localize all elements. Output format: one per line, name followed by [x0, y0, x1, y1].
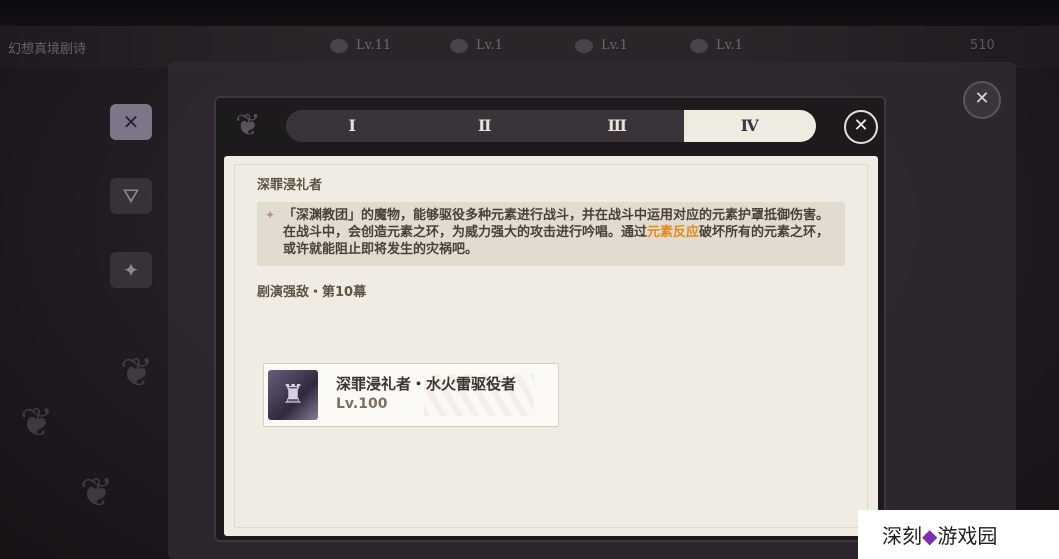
header-level-2: Lv.1	[450, 38, 503, 53]
act-tabs: Ⅰ Ⅱ Ⅲ Ⅳ	[286, 110, 816, 142]
butterfly-decoration-icon: ❦	[80, 470, 114, 516]
tab-act-3[interactable]: Ⅲ	[551, 110, 684, 142]
description-highlight: 元素反应	[647, 225, 700, 240]
character-icon	[330, 38, 348, 53]
watermark-text: 深刻◆游戏园	[882, 520, 997, 549]
nav-cards-button[interactable]: ✕	[110, 104, 152, 140]
watermark-part: 游戏园	[937, 524, 998, 548]
level-label: Lv.11	[356, 38, 392, 53]
header-level-3: Lv.1	[575, 38, 628, 53]
background-close-button[interactable]: ✕	[963, 81, 1001, 119]
description-text: 「深渊教团」的魔物，能够驱役多种元素进行战斗，并在战斗中运用对应的元素护罩抵御伤…	[283, 207, 839, 258]
enemy-portrait: ♜	[268, 370, 318, 420]
header-level-4: Lv.1	[690, 38, 743, 53]
enemy-card-level: Lv.100	[336, 396, 388, 412]
watermark-logo-icon: ◆	[922, 524, 938, 548]
level-label: Lv.1	[716, 38, 743, 53]
enemy-description: ✦ 「深渊教团」的魔物，能够驱役多种元素进行战斗，并在战斗中运用对应的元素护罩抵…	[257, 202, 845, 266]
header-level-1: Lv.11	[330, 38, 391, 53]
nav-star-card-button[interactable]: ✦	[110, 252, 152, 288]
enemy-info-dialog: ❦ Ⅰ Ⅱ Ⅲ Ⅳ ✕ 深罪浸礼者 ✦ 「深渊教团」的魔物，能够驱役多种元素进行…	[216, 98, 884, 540]
left-navigation: ✕ ⛛ ✦	[96, 96, 166, 426]
dialog-content: 深罪浸礼者 ✦ 「深渊教团」的魔物，能够驱役多种元素进行战斗，并在战斗中运用对应…	[224, 156, 878, 536]
section-title: 剧演强敌・第10幕	[257, 285, 367, 300]
level-label: Lv.1	[476, 38, 503, 53]
header-title: 幻想真境剧诗	[8, 42, 87, 57]
nav-hat-button[interactable]: ⛛	[110, 178, 152, 214]
enemy-card[interactable]: ♜ 深罪浸礼者・水火雷驱役者 Lv.100	[263, 363, 559, 427]
tab-act-1[interactable]: Ⅰ	[286, 110, 419, 142]
header-counter: 510	[970, 38, 995, 53]
watermark-part: 深刻	[882, 524, 922, 548]
watermark: 深刻◆游戏园	[858, 510, 1059, 559]
tab-act-2[interactable]: Ⅱ	[419, 110, 552, 142]
tab-act-4[interactable]: Ⅳ	[683, 110, 816, 142]
level-label: Lv.1	[601, 38, 628, 53]
character-icon	[575, 38, 593, 53]
character-icon	[690, 38, 708, 53]
close-button[interactable]: ✕	[844, 110, 878, 144]
butterfly-emblem-icon: ❦	[235, 108, 261, 143]
enemy-card-name: 深罪浸礼者・水火雷驱役者	[336, 375, 517, 393]
character-icon	[450, 38, 468, 53]
top-header: 幻想真境剧诗 Lv.11 Lv.1 Lv.1 Lv.1 510	[0, 0, 1059, 68]
bullet-icon: ✦	[265, 208, 276, 222]
enemy-name-heading: 深罪浸礼者	[257, 178, 323, 193]
enemy-avatar-icon: ♜	[281, 380, 305, 410]
butterfly-decoration-icon: ❦	[20, 400, 54, 446]
